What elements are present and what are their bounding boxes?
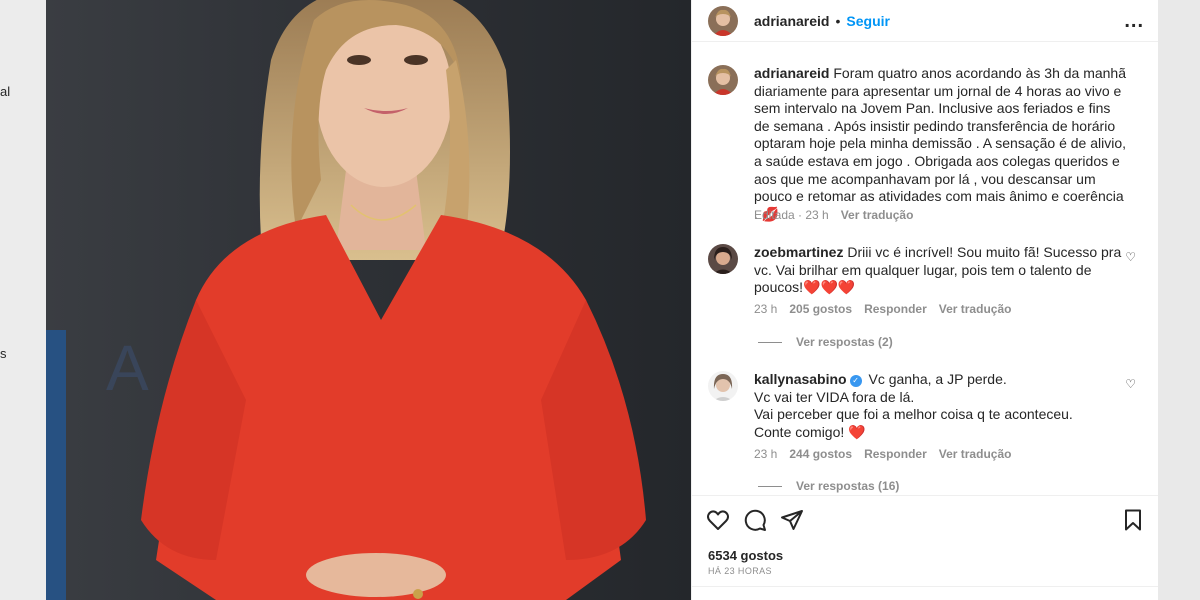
comment-text: kallynasabino ✓ Vc ganha, a JP perde. Vc … <box>754 371 1128 441</box>
left-gutter: al s <box>0 0 46 600</box>
view-replies-button[interactable]: Ver respostas (16) <box>758 479 899 493</box>
commenter-avatar[interactable] <box>708 244 738 274</box>
comment-meta: 23 h 205 gostos Responder Ver tradução <box>754 302 1011 316</box>
comment-meta: 23 h 244 gostos Responder Ver tradução <box>754 447 1011 461</box>
bookmark-icon[interactable] <box>1121 508 1147 534</box>
comment-time: 23 h <box>754 447 778 461</box>
divider-line <box>758 341 782 343</box>
post-header: adrianareid • Seguir ... <box>692 0 1158 42</box>
comment-time: 23 h <box>754 302 778 316</box>
follow-button[interactable]: Seguir <box>846 13 890 29</box>
comment-likes[interactable]: 244 gostos <box>789 447 852 461</box>
more-options-icon[interactable]: ... <box>1124 10 1144 33</box>
send-icon[interactable] <box>780 508 806 534</box>
author-avatar[interactable] <box>708 65 738 95</box>
action-icons-row <box>706 508 1147 534</box>
woman-portrait-image: A <box>46 0 691 600</box>
hearts-emoji: ❤️❤️❤️ <box>803 279 856 296</box>
right-gutter <box>1158 0 1200 600</box>
translate-link[interactable]: Ver tradução <box>841 208 914 222</box>
caption-meta: Editada · 23 h Ver tradução <box>754 208 913 222</box>
add-comment-area[interactable] <box>692 586 1159 600</box>
like-comment-heart-icon[interactable]: ♡ <box>1125 377 1136 391</box>
comments-list[interactable]: adrianareid Foram quatro anos acordando … <box>692 51 1159 494</box>
post-time-ago[interactable]: HÁ 23 HORAS <box>708 566 772 576</box>
reply-button[interactable]: Responder <box>864 447 927 461</box>
gutter-text-fragment: al <box>0 84 11 99</box>
commenter-username[interactable]: kallynasabino <box>754 371 847 387</box>
post-side-panel: adrianareid • Seguir ... adrianareid For… <box>691 0 1159 600</box>
commenter-avatar[interactable] <box>708 371 738 401</box>
heart-icon[interactable] <box>706 508 732 534</box>
like-comment-heart-icon[interactable]: ♡ <box>1125 250 1136 264</box>
post-photo[interactable]: A <box>46 0 691 600</box>
comment-likes[interactable]: 205 gostos <box>789 302 852 316</box>
caption-body: Foram quatro anos acordando às 3h da man… <box>754 65 1127 222</box>
gutter-text-fragment: s <box>0 346 7 361</box>
comment-line: Vai perceber que foi a melhor coisa q te… <box>754 406 1073 423</box>
comment-line: Conte comigo! <box>754 423 845 440</box>
verified-badge-icon: ✓ <box>849 375 862 387</box>
caption-username[interactable]: adrianareid <box>754 65 829 81</box>
comment-line: Vc vai ter VIDA fora de lá. <box>754 388 915 405</box>
commenter-username[interactable]: zoebmartinez <box>754 244 843 260</box>
background-letter: A <box>106 332 149 404</box>
caption-text: adrianareid Foram quatro anos acordando … <box>754 65 1128 223</box>
post-actions: 6534 gostos HÁ 23 HORAS <box>692 495 1159 600</box>
separator-dot: • <box>835 12 841 29</box>
comment-text: zoebmartinez Driii vc é incrível! Sou mu… <box>754 244 1128 297</box>
comment-line: Vc ganha, a JP perde. <box>868 371 1007 387</box>
author-avatar[interactable] <box>708 5 738 36</box>
heart-emoji: ❤️ <box>848 423 866 440</box>
comment-icon[interactable] <box>743 508 769 534</box>
reply-button[interactable]: Responder <box>864 302 927 316</box>
translate-link[interactable]: Ver tradução <box>939 302 1012 316</box>
likes-count[interactable]: 6534 gostos <box>708 548 783 563</box>
view-replies-label: Ver respostas (2) <box>796 335 893 349</box>
author-username[interactable]: adrianareid <box>754 13 829 29</box>
translate-link[interactable]: Ver tradução <box>939 447 1012 461</box>
edited-timestamp: Editada · 23 h <box>754 208 829 222</box>
view-replies-label: Ver respostas (16) <box>796 479 900 493</box>
divider-line <box>758 485 782 487</box>
view-replies-button[interactable]: Ver respostas (2) <box>758 335 893 349</box>
